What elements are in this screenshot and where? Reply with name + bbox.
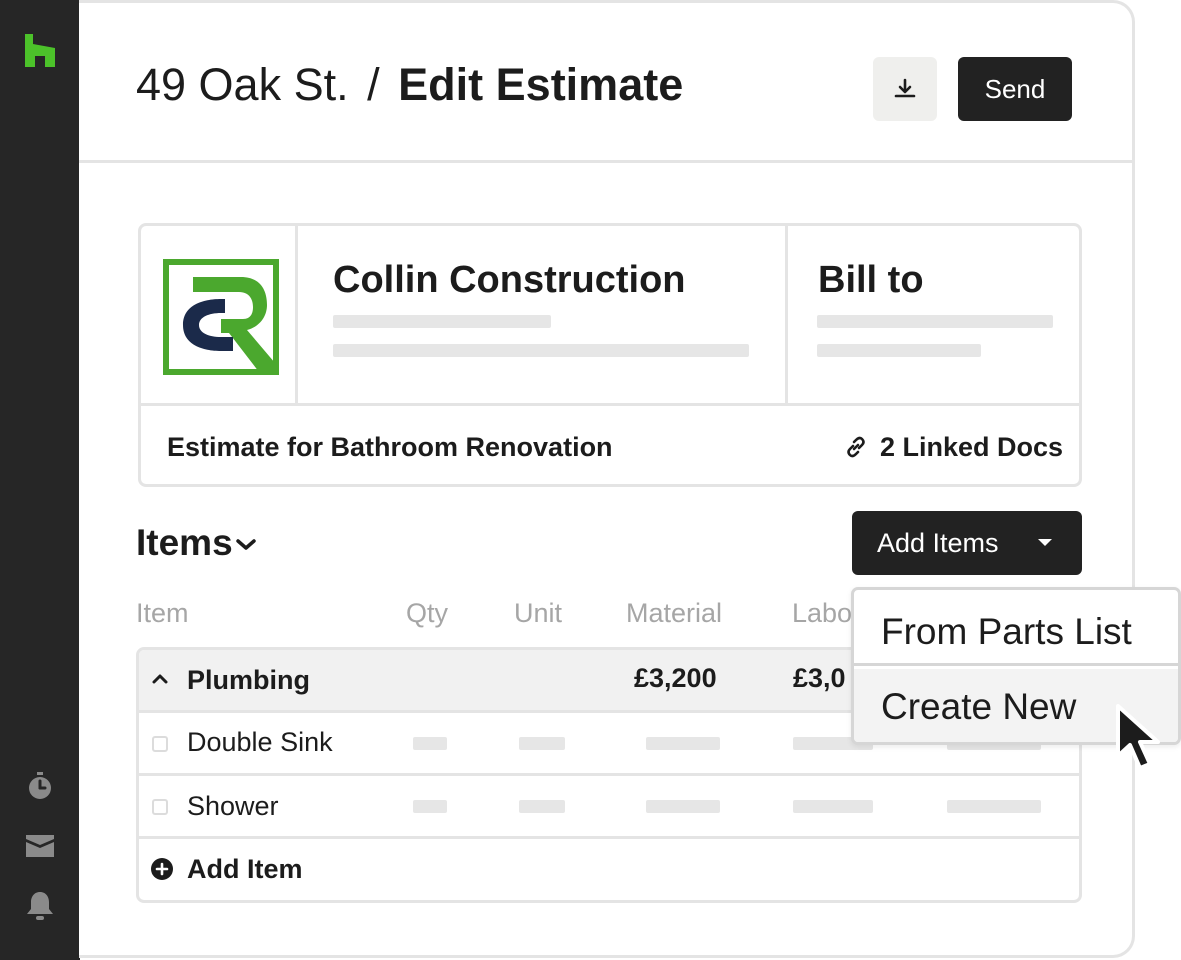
items-title: Items: [136, 522, 233, 563]
bill-to-placeholder-line: [817, 344, 981, 357]
estimate-description[interactable]: Estimate for Bathroom Renovation: [167, 430, 613, 464]
item-name: Double Sink: [187, 727, 333, 757]
add-item-label: Add Item: [187, 854, 303, 884]
chevron-down-icon: [235, 539, 256, 550]
send-button[interactable]: Send: [958, 57, 1072, 121]
total-placeholder: [947, 800, 1041, 813]
download-icon: [894, 78, 916, 98]
company-name: Collin Construction: [333, 259, 686, 301]
group-labor-total: £3,0: [793, 663, 846, 693]
estimate-card: 49 Oak St. / Edit Estimate Send Collin C…: [79, 0, 1135, 958]
estimate-info-box: Collin Construction Bill to Estimate for…: [138, 223, 1082, 487]
bell-icon[interactable]: [24, 890, 56, 922]
page-title-current: Edit Estimate: [398, 59, 684, 110]
mouse-pointer-icon: [1116, 704, 1160, 770]
row-checkbox[interactable]: [152, 736, 168, 752]
chevron-up-icon[interactable]: [151, 673, 169, 685]
column-header-material: Material: [626, 598, 723, 628]
houzz-logo-icon[interactable]: [25, 34, 55, 67]
link-icon: [847, 436, 865, 458]
linked-docs-link[interactable]: 2 Linked Docs: [847, 430, 1063, 464]
labor-placeholder: [793, 800, 873, 813]
stopwatch-icon[interactable]: [24, 770, 56, 802]
column-header-labor: Labo: [792, 598, 853, 628]
menu-item-from-parts-list[interactable]: From Parts List: [854, 590, 1178, 666]
download-button[interactable]: [873, 57, 937, 121]
company-logo[interactable]: [163, 259, 279, 375]
column-header-item: Item: [136, 598, 189, 628]
bill-to-cell[interactable]: Bill to: [788, 226, 1079, 403]
table-row[interactable]: Shower: [139, 776, 1079, 839]
unit-placeholder: [519, 737, 565, 750]
menu-item-label: Create New: [881, 686, 1077, 727]
group-name: Plumbing: [187, 665, 310, 695]
linked-docs-label: 2 Linked Docs: [879, 432, 1063, 462]
menu-item-label: From Parts List: [881, 611, 1132, 652]
bill-to-placeholder-line: [817, 315, 1053, 328]
breadcrumb-separator: /: [367, 59, 380, 110]
row-checkbox[interactable]: [152, 799, 168, 815]
unit-placeholder: [519, 800, 565, 813]
item-name: Shower: [187, 791, 279, 821]
column-header-qty: Qty: [406, 598, 449, 628]
material-placeholder: [646, 737, 720, 750]
caret-down-icon: [1038, 539, 1052, 546]
column-header-unit: Unit: [514, 598, 563, 628]
company-logo-cell: [141, 226, 298, 403]
bill-to-label: Bill to: [818, 259, 924, 301]
address-placeholder-line: [333, 315, 551, 328]
qty-placeholder: [413, 800, 447, 813]
address-placeholder-line: [333, 344, 749, 357]
breadcrumb-address[interactable]: 49 Oak St.: [136, 59, 349, 110]
estimate-description-row: Estimate for Bathroom Renovation 2 Linke…: [141, 403, 1079, 484]
add-item-row[interactable]: Add Item: [139, 839, 1079, 900]
plus-circle-icon: [151, 858, 173, 880]
company-cell: Collin Construction: [298, 226, 788, 403]
page-title: 49 Oak St. / Edit Estimate: [136, 59, 683, 111]
material-placeholder: [646, 800, 720, 813]
add-items-label: Add Items: [877, 528, 999, 558]
group-material-total: £3,200: [634, 663, 717, 693]
items-section-toggle[interactable]: Items: [136, 521, 257, 565]
inbox-icon[interactable]: [24, 830, 56, 862]
add-items-button[interactable]: Add Items: [852, 511, 1082, 575]
qty-placeholder: [413, 737, 447, 750]
page-header: 49 Oak St. / Edit Estimate Send: [79, 3, 1132, 163]
sidebar: [0, 0, 80, 960]
